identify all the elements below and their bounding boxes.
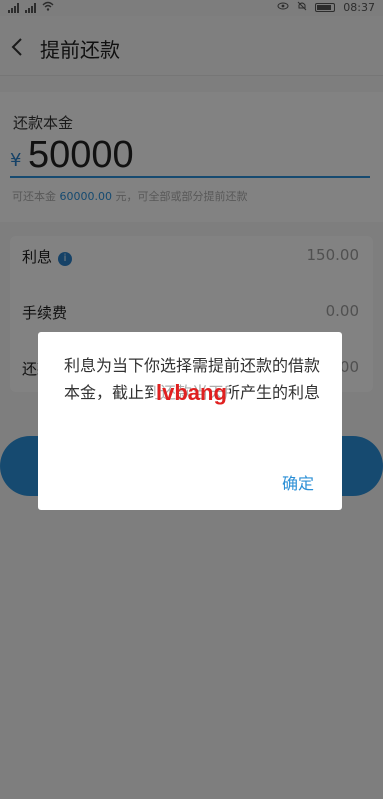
watermark: lvbang [154, 380, 229, 406]
info-dialog: 利息为当下你选择需提前还款的借款本金，截止到还款当天所产生的利息 lvbang … [38, 332, 342, 510]
confirm-button[interactable]: 确定 [282, 470, 314, 494]
